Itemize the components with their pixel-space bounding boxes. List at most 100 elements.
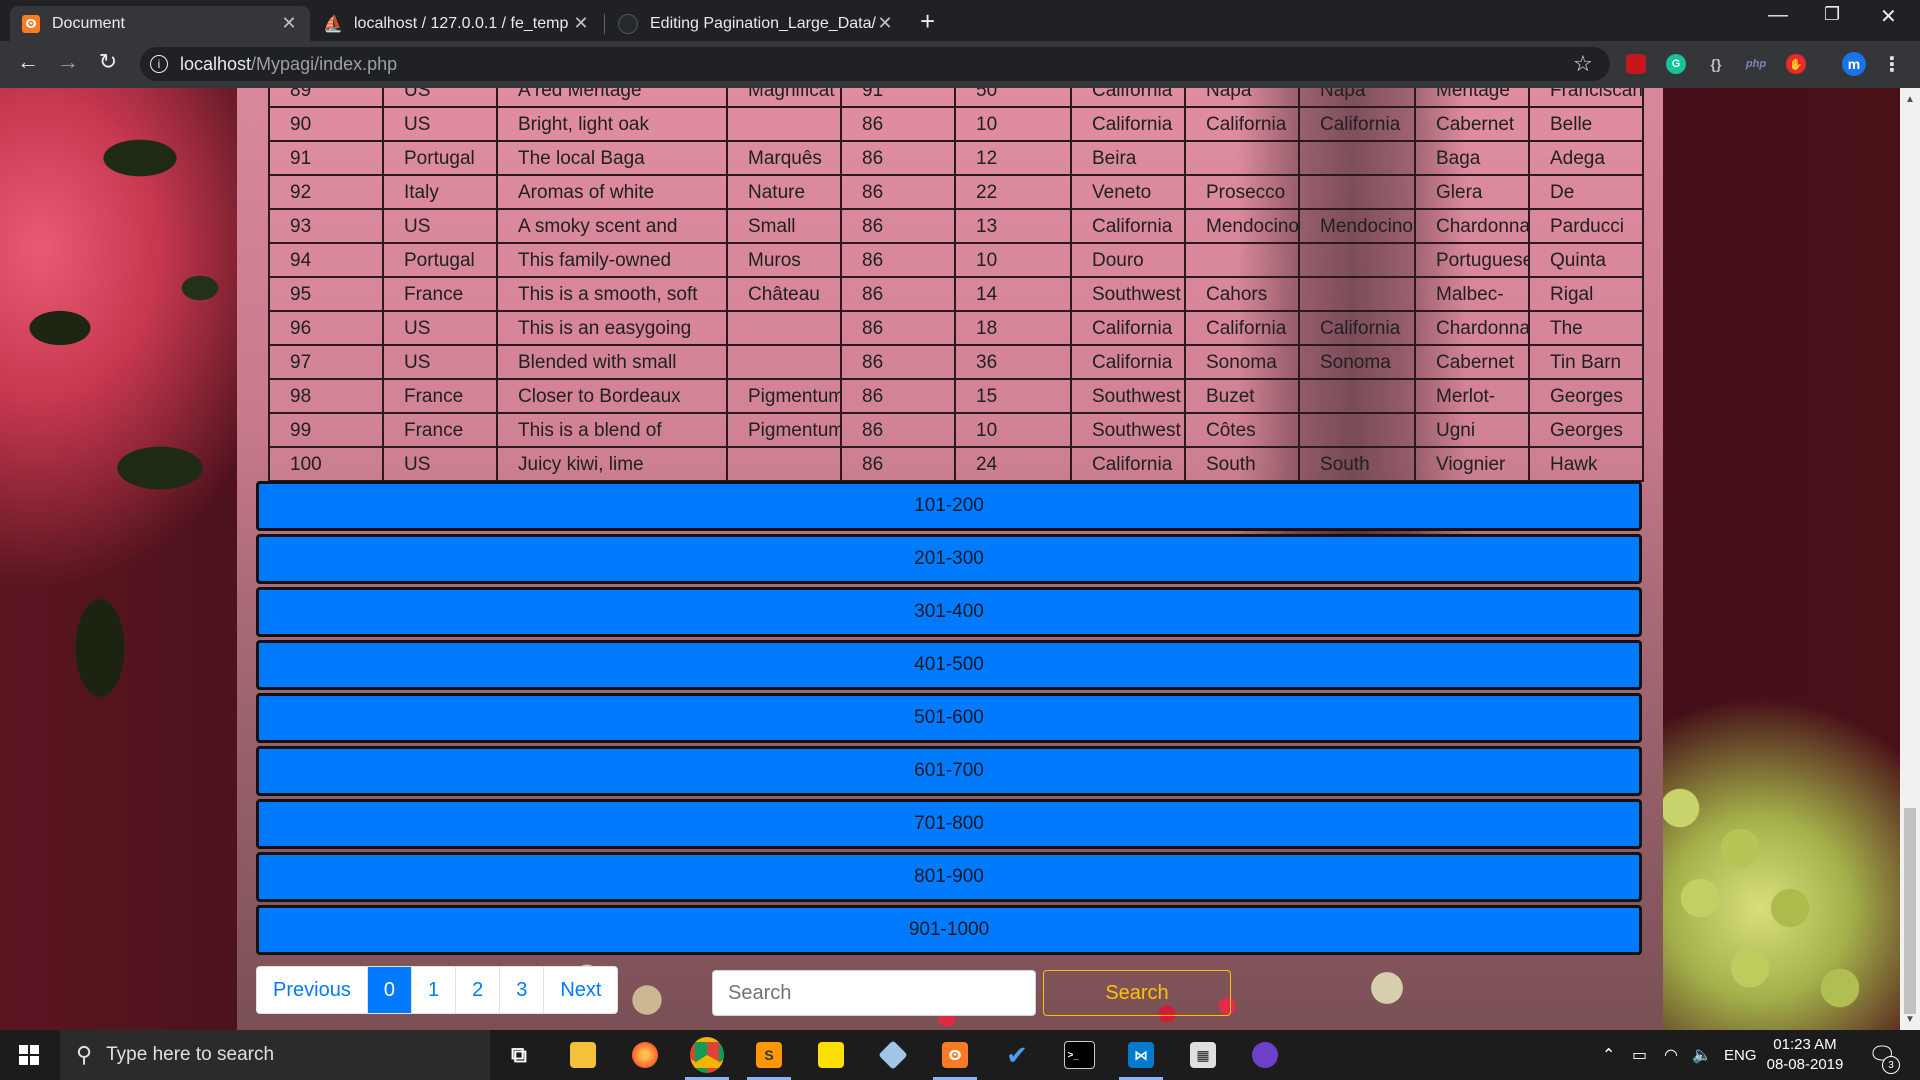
table-cell: 91 — [268, 142, 384, 176]
wifi-icon[interactable]: ◠ — [1664, 1030, 1678, 1080]
table-cell: Belle — [1530, 108, 1644, 142]
url-host: localhost — [180, 53, 252, 74]
tab-phpmyadmin[interactable]: ⛵ localhost / 127.0.0.1 / fe_temp / t ✕ — [312, 6, 602, 41]
forward-arrow-icon[interactable]: → — [52, 49, 84, 75]
table-cell: Napa — [1186, 88, 1300, 108]
table-cell: This family-owned — [498, 244, 728, 278]
table-row: 98 France Closer to Bordeaux Pigmentum 86 15 S… — [268, 380, 1644, 414]
table-row: 90 US Bright, light oak 86 10 California Calif… — [268, 108, 1644, 142]
scroll-down-arrow-icon[interactable]: ▼ — [1900, 1010, 1920, 1028]
brackets-icon[interactable]: {} — [1706, 54, 1726, 74]
pagination-page[interactable]: 2 — [456, 967, 501, 1013]
file-explorer-icon[interactable] — [566, 1038, 600, 1072]
minimize-icon[interactable]: — — [1768, 4, 1788, 27]
stop-icon[interactable]: ✋ — [1786, 54, 1806, 74]
table-cell: Chardonnay — [1416, 312, 1530, 346]
clock[interactable]: 01:23 AM 08-08-2019 — [1755, 1035, 1855, 1075]
table-cell: 98 — [268, 380, 384, 414]
menu-dots-icon[interactable]: ⋮ — [1882, 54, 1902, 76]
table-cell: Southwest — [1072, 414, 1186, 448]
tab-github-editing[interactable]: Editing Pagination_Large_Data/R ✕ — [606, 6, 906, 41]
scroll-thumb[interactable] — [1904, 808, 1916, 1014]
table-cell: California — [1072, 346, 1186, 380]
pagination-page[interactable]: 3 — [500, 967, 545, 1013]
volume-icon[interactable]: 🔈 — [1692, 1030, 1712, 1080]
task-view-icon[interactable]: ⧉ — [502, 1038, 536, 1072]
scroll-up-arrow-icon[interactable]: ▲ — [1900, 90, 1920, 108]
table-cell: Sonoma — [1300, 346, 1416, 380]
new-tab-button[interactable]: + — [920, 6, 935, 36]
table-cell: Cahors — [1186, 278, 1300, 312]
page-scrollbar[interactable]: ▲ ▼ — [1900, 88, 1920, 1030]
todo-icon[interactable]: ✔ — [1000, 1038, 1034, 1072]
table-cell: 12 — [956, 142, 1072, 176]
range-button[interactable]: 101-200 — [256, 481, 1642, 531]
bookmark-star-icon[interactable]: ☆ — [1573, 51, 1593, 77]
table-cell: 91 — [842, 88, 956, 108]
profile-m-icon[interactable]: m — [1842, 52, 1866, 76]
table-cell: The local Baga — [498, 142, 728, 176]
php-icon[interactable]: php — [1746, 54, 1766, 74]
range-button[interactable]: 901-1000 — [256, 905, 1642, 955]
pagination-previous[interactable]: Previous — [257, 967, 368, 1013]
github-desktop-icon[interactable] — [1248, 1038, 1282, 1072]
range-button[interactable]: 501-600 — [256, 693, 1642, 743]
range-button[interactable]: 301-400 — [256, 587, 1642, 637]
table-cell: This is a smooth, soft — [498, 278, 728, 312]
url-path: /Mypagi/index.php — [251, 53, 398, 74]
range-button[interactable]: 801-900 — [256, 852, 1642, 902]
tray-chevron-icon[interactable]: ⌃ — [1602, 1030, 1615, 1080]
virtualbox-icon[interactable] — [876, 1038, 910, 1072]
taskbar-search-box[interactable]: ⚲ Type here to search — [60, 1030, 490, 1080]
start-button[interactable] — [0, 1030, 58, 1080]
range-button[interactable]: 201-300 — [256, 534, 1642, 584]
table-row: 96 US This is an easygoing 86 18 California Ca… — [268, 312, 1644, 346]
table-cell: US — [384, 88, 498, 108]
vscode-icon[interactable]: ⋈ — [1124, 1038, 1158, 1072]
table-cell — [728, 448, 842, 482]
range-button[interactable]: 401-500 — [256, 640, 1642, 690]
terminal-icon[interactable]: >_ — [1062, 1038, 1096, 1072]
back-arrow-icon[interactable]: ← — [12, 49, 44, 75]
firefox-icon[interactable] — [628, 1038, 662, 1072]
window-close-icon[interactable]: ✕ — [1880, 4, 1897, 29]
table-cell: Closer to Bordeaux — [498, 380, 728, 414]
sticky-notes-icon[interactable] — [814, 1038, 848, 1072]
table-cell — [1300, 278, 1416, 312]
table-cell: A smoky scent and — [498, 210, 728, 244]
close-icon[interactable]: ✕ — [572, 13, 590, 34]
table-cell: Muros — [728, 244, 842, 278]
table-cell: Beira — [1072, 142, 1186, 176]
close-icon[interactable]: ✕ — [876, 13, 894, 34]
pagination-next[interactable]: Next — [544, 967, 618, 1013]
table-cell: Merlot- — [1416, 380, 1530, 414]
restore-icon[interactable]: ❐ — [1824, 4, 1840, 25]
sublime-text-icon[interactable]: S — [752, 1038, 786, 1072]
info-icon[interactable]: i — [150, 55, 168, 73]
close-icon[interactable]: ✕ — [280, 13, 298, 34]
xampp-icon[interactable]: ⵙ — [938, 1038, 972, 1072]
range-button[interactable]: 701-800 — [256, 799, 1642, 849]
address-bar[interactable]: i localhost/Mypagi/index.php — [140, 47, 1610, 81]
range-button[interactable]: 601-700 — [256, 746, 1642, 796]
grammarly-icon[interactable]: G — [1666, 54, 1686, 74]
table-cell — [1300, 414, 1416, 448]
language-indicator[interactable]: ENG — [1724, 1030, 1757, 1080]
table-cell: Buzet — [1186, 380, 1300, 414]
table-cell: Marquês — [728, 142, 842, 176]
table-cell — [1300, 142, 1416, 176]
battery-icon[interactable]: ▭ — [1632, 1030, 1647, 1080]
table-cell: Quinta — [1530, 244, 1644, 278]
table-cell: California — [1072, 210, 1186, 244]
browser-toolbar: ← → ↻ i localhost/Mypagi/index.php ☆ G {… — [0, 41, 1920, 88]
calculator-icon[interactable]: ▦ — [1186, 1038, 1220, 1072]
table-cell: Portugal — [384, 142, 498, 176]
chrome-icon[interactable] — [690, 1037, 724, 1073]
tab-document[interactable]: ⵙ Document ✕ — [10, 6, 310, 41]
pagination-page[interactable]: 0 — [367, 967, 412, 1013]
reload-icon[interactable]: ↻ — [92, 49, 124, 75]
acrobat-icon[interactable] — [1626, 54, 1646, 74]
pagination-page[interactable]: 1 — [411, 967, 457, 1013]
search-button[interactable]: Search — [1043, 970, 1231, 1016]
search-input[interactable] — [712, 970, 1036, 1016]
